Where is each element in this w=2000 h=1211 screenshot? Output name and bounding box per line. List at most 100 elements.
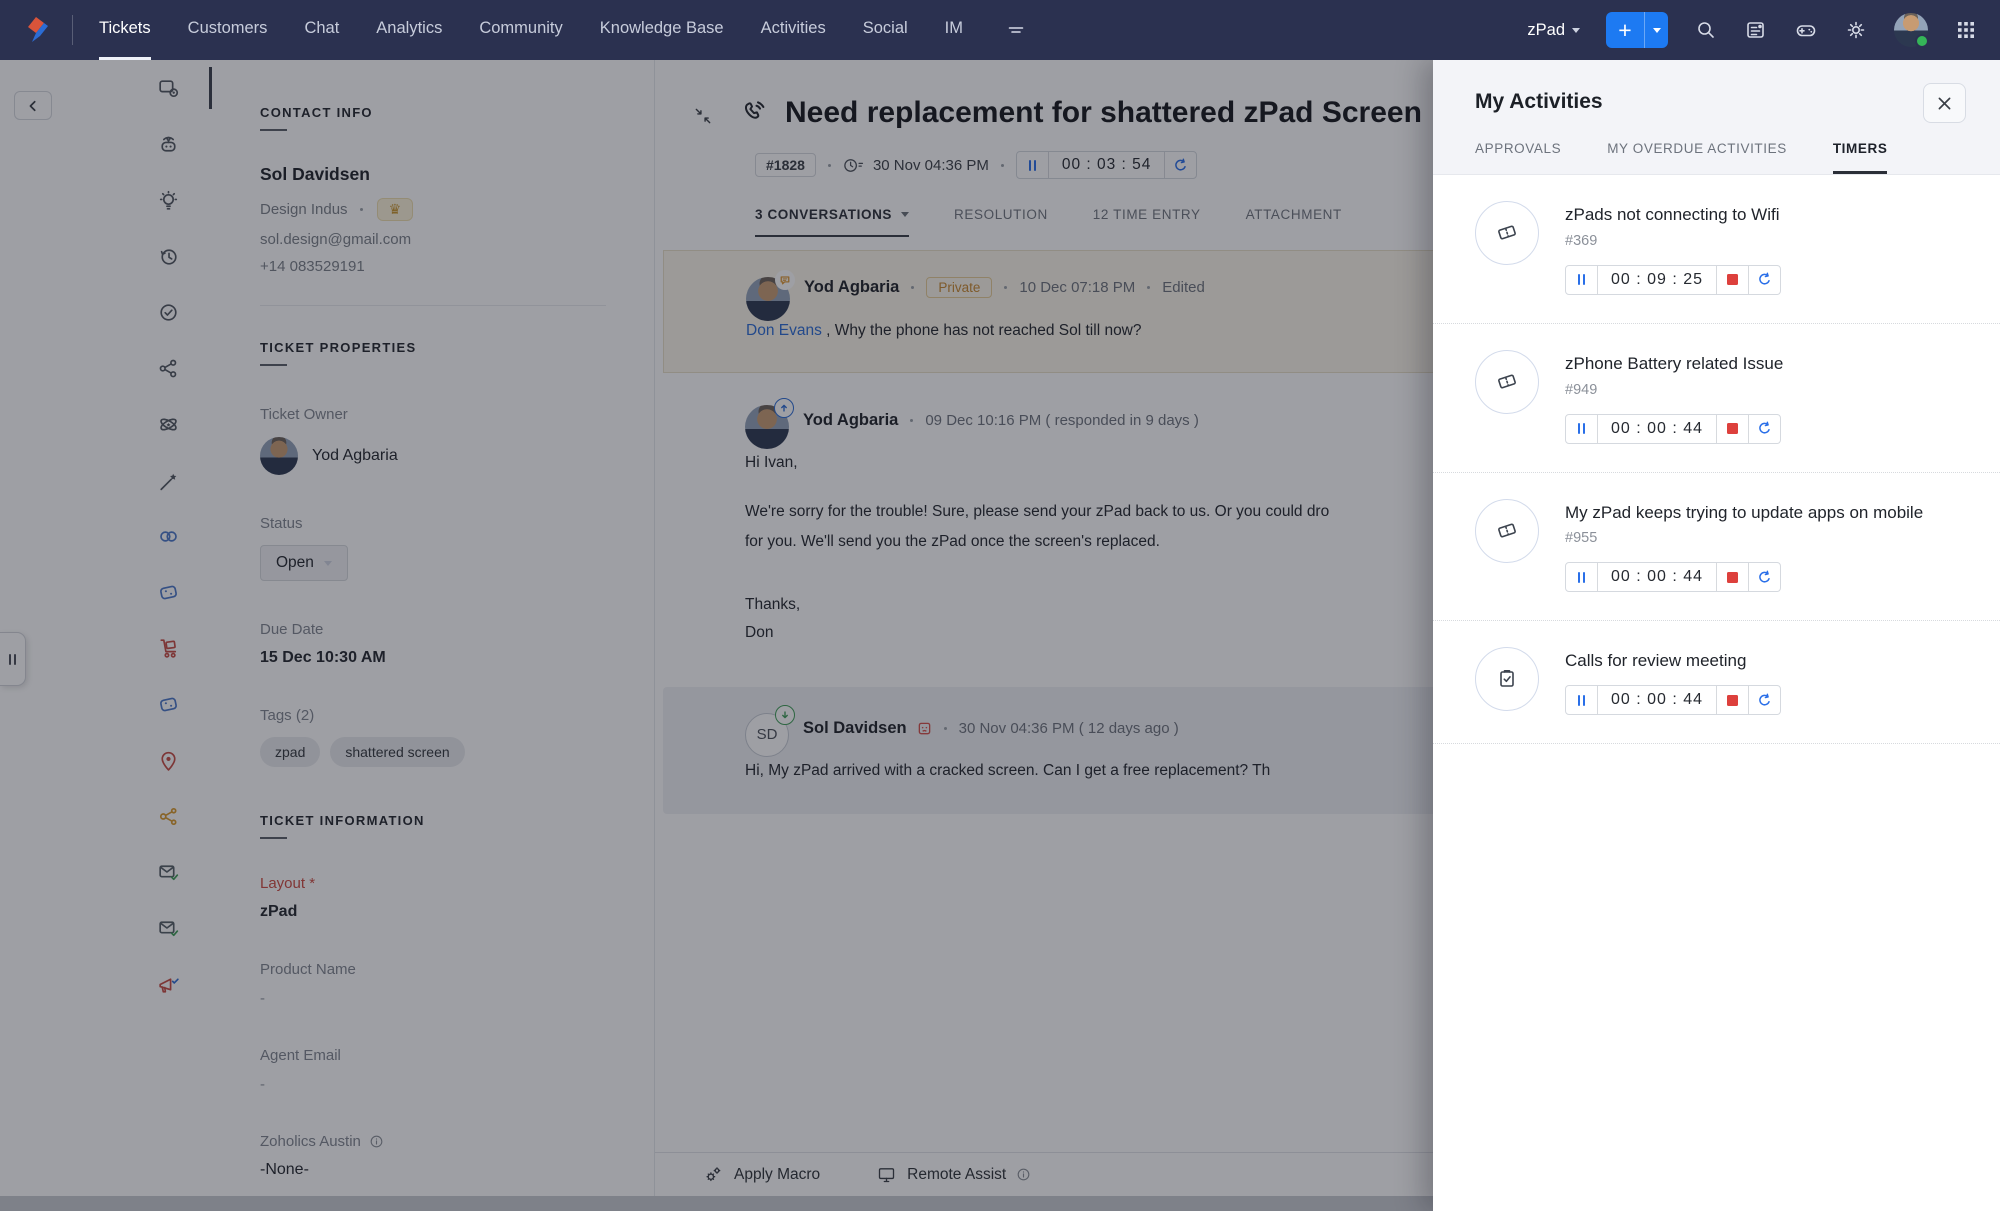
nav-tab-knowledge-base[interactable]: Knowledge Base [600, 0, 724, 60]
apply-macro-button[interactable]: Apply Macro [703, 1164, 820, 1185]
rail-suggestions-icon[interactable] [125, 172, 212, 228]
tab-resolution[interactable]: RESOLUTION [954, 207, 1048, 237]
ticket-owner-row[interactable]: Yod Agbaria [260, 437, 654, 475]
layout-field-value[interactable]: zPad [260, 903, 654, 921]
timer-reset-button[interactable] [1164, 152, 1196, 178]
more-tabs-icon[interactable] [1004, 18, 1028, 42]
rail-zia-bot-icon[interactable] [125, 116, 212, 172]
timer-stop-button[interactable] [1716, 686, 1748, 715]
dot-separator [911, 286, 915, 289]
contact-name[interactable]: Sol Davidsen [260, 164, 654, 185]
add-dropdown-caret[interactable] [1644, 12, 1668, 48]
timer-list-item[interactable]: My zPad keeps trying to update apps on m… [1433, 473, 2000, 622]
product-name-value[interactable]: - [260, 990, 654, 1007]
nav-tab-tickets[interactable]: Tickets [99, 0, 151, 60]
ticket-id-badge[interactable]: #1828 [755, 153, 816, 177]
nav-tab-chat[interactable]: Chat [304, 0, 339, 60]
timer-reset-button[interactable] [1748, 563, 1780, 592]
tag-pill[interactable]: shattered screen [330, 737, 465, 767]
user-avatar[interactable] [1894, 13, 1929, 48]
rail-mail-check-app-icon[interactable] [125, 844, 212, 900]
mention-link[interactable]: Don Evans [746, 322, 822, 339]
expand-ticket-list-button[interactable] [14, 91, 52, 120]
rail-extension-card-icon[interactable] [125, 564, 212, 620]
timer-list-item[interactable]: zPhone Battery related Issue #949 00 : 0… [1433, 324, 2000, 473]
contact-phone[interactable]: +14 083529191 [260, 258, 654, 275]
timer-stop-button[interactable] [1716, 563, 1748, 592]
timer-pause-button[interactable] [1566, 415, 1597, 443]
author-name[interactable]: Sol Davidsen [803, 719, 907, 738]
due-date-value[interactable]: 15 Dec 10:30 AM [260, 649, 654, 667]
gamescope-icon[interactable] [1794, 18, 1818, 42]
rail-campaign-app-icon[interactable] [125, 956, 212, 1012]
timer-list-item[interactable]: Calls for review meeting 00 : 00 : 44 [1433, 621, 2000, 745]
timer-stop-button[interactable] [1716, 265, 1748, 294]
timer-list-item[interactable]: zPads not connecting to Wifi #369 00 : 0… [1433, 175, 2000, 324]
contact-company-row: Design Indus [260, 198, 654, 221]
zoholics-austin-value[interactable]: -None- [260, 1161, 654, 1179]
timer-stop-button[interactable] [1716, 414, 1748, 443]
timer-item-title[interactable]: zPhone Battery related Issue [1565, 352, 1783, 376]
rail-share-icon[interactable] [125, 340, 212, 396]
nav-tab-social[interactable]: Social [863, 0, 908, 60]
rail-shipping-app-icon[interactable] [125, 620, 212, 676]
department-selector[interactable]: zPad [1527, 21, 1580, 40]
nav-tab-community[interactable]: Community [479, 0, 562, 60]
rail-extension-card2-icon[interactable] [125, 676, 212, 732]
tab-time-entry[interactable]: 12 TIME ENTRY [1093, 207, 1201, 237]
timer-widget: 00 : 09 : 25 [1565, 264, 1782, 295]
nav-tab-activities[interactable]: Activities [761, 0, 826, 60]
happiness-crown-icon[interactable] [376, 198, 414, 221]
close-drawer-button[interactable] [1923, 83, 1966, 123]
settings-gear-icon[interactable] [1844, 18, 1868, 42]
contact-email[interactable]: sol.design@gmail.com [260, 231, 654, 248]
tab-conversations[interactable]: 3 CONVERSATIONS [755, 207, 910, 237]
timer-pause-button[interactable] [1017, 152, 1048, 178]
nav-tab-im[interactable]: IM [945, 0, 963, 60]
status-dropdown[interactable]: Open [260, 545, 348, 581]
author-name[interactable]: Yod Agbaria [804, 278, 899, 297]
rail-ticket-properties-icon[interactable] [125, 60, 212, 116]
zoho-desk-logo-icon[interactable] [20, 13, 54, 47]
nav-tab-customers[interactable]: Customers [188, 0, 268, 60]
author-name[interactable]: Yod Agbaria [803, 411, 898, 430]
tab-timers[interactable]: TIMERS [1832, 141, 1888, 174]
chevron-down-icon [1572, 27, 1580, 33]
agent-email-value[interactable]: - [260, 1076, 654, 1093]
tag-pill[interactable]: zpad [260, 737, 321, 767]
rail-auto-suggest-wand-icon[interactable] [125, 452, 212, 508]
timer-reset-button[interactable] [1748, 414, 1780, 443]
info-icon[interactable] [369, 1134, 384, 1149]
timer-reset-button[interactable] [1748, 265, 1780, 294]
tab-my-overdue-activities[interactable]: MY OVERDUE ACTIVITIES [1607, 141, 1787, 174]
tab-attachment[interactable]: ATTACHMENT [1246, 207, 1342, 237]
add-ticket-button[interactable]: + [1606, 12, 1644, 48]
rail-workflow-app-icon[interactable] [125, 788, 212, 844]
macro-gears-icon [703, 1164, 724, 1185]
rail-location-app-icon[interactable] [125, 732, 212, 788]
timer-item-title[interactable]: My zPad keeps trying to update apps on m… [1565, 501, 1923, 525]
rail-approvals-icon[interactable] [125, 284, 212, 340]
remote-assist-button[interactable]: Remote Assist [876, 1164, 1031, 1185]
timer-value: 00 : 03 : 54 [1047, 152, 1165, 178]
rail-history-icon[interactable] [125, 228, 212, 284]
whats-new-icon[interactable] [1744, 18, 1768, 42]
timer-pause-button[interactable] [1566, 686, 1597, 714]
tab-approvals[interactable]: APPROVALS [1475, 141, 1561, 174]
info-icon[interactable] [1016, 1167, 1031, 1182]
rail-links-app-icon[interactable] [125, 508, 212, 564]
timer-pause-button[interactable] [1566, 563, 1597, 591]
apps-grid-icon[interactable] [1954, 18, 1978, 42]
collapsed-ticket-list-panel [0, 60, 126, 1211]
rail-related-entities-icon[interactable] [125, 396, 212, 452]
ticket-owner-label: Ticket Owner [260, 406, 348, 423]
collapse-ticket-icon[interactable] [693, 106, 713, 126]
search-icon[interactable] [1694, 18, 1718, 42]
timer-pause-button[interactable] [1566, 266, 1597, 294]
rail-mail-check-app2-icon[interactable] [125, 900, 212, 956]
global-timer-handle[interactable] [0, 632, 26, 686]
timer-item-title[interactable]: zPads not connecting to Wifi [1565, 203, 1781, 227]
timer-reset-button[interactable] [1748, 686, 1780, 715]
timer-item-title[interactable]: Calls for review meeting [1565, 649, 1781, 673]
nav-tab-analytics[interactable]: Analytics [376, 0, 442, 60]
